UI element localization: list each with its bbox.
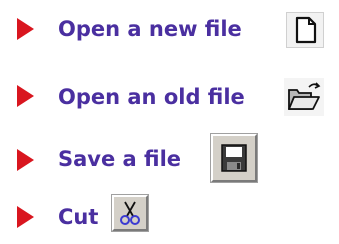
floppy-disk-icon: [221, 144, 247, 172]
new-file-button[interactable]: [286, 12, 324, 48]
item-label-open-file: Open an old file: [58, 85, 245, 109]
cut-button[interactable]: [111, 194, 149, 232]
item-label-cut: Cut: [58, 205, 99, 229]
save-file-button[interactable]: [210, 133, 258, 183]
bullet-arrow: [17, 85, 34, 107]
open-folder-icon: [288, 82, 321, 110]
bullet-arrow: [17, 18, 34, 40]
item-label-new-file: Open a new file: [58, 17, 242, 41]
bullet-arrow: [17, 206, 34, 228]
scissors-icon: [120, 201, 140, 225]
open-file-button[interactable]: [284, 78, 324, 116]
bullet-arrow: [17, 149, 34, 171]
new-file-icon: [295, 16, 317, 44]
item-label-save-file: Save a file: [58, 147, 182, 171]
